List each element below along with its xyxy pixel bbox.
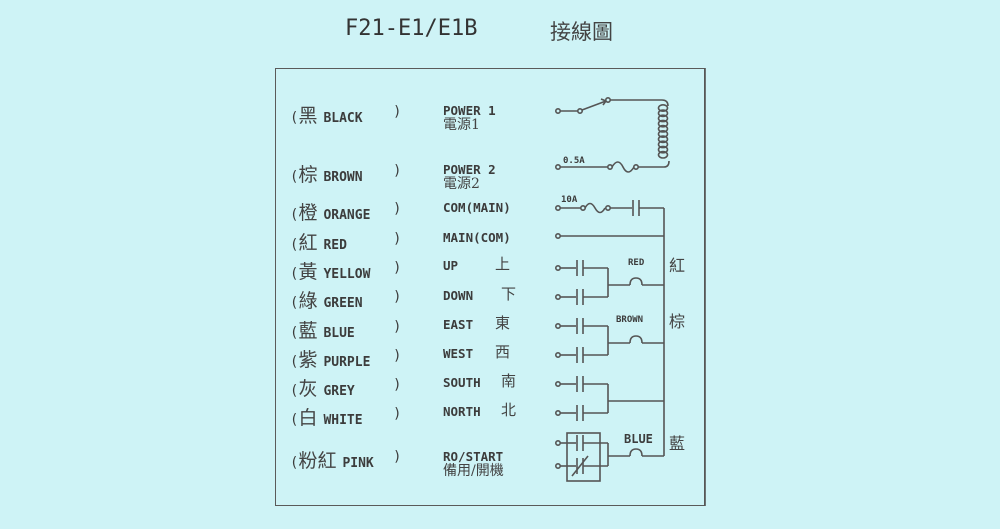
terminal-dot [554,351,561,358]
main-com-line [554,233,664,240]
terminal-dot [554,380,561,387]
common-blue-cn: 藍 [669,434,686,453]
common-red-label: RED [628,258,645,268]
common-blue-label: BLUE [624,432,653,446]
terminal-dot [554,293,561,300]
fuse-10a-contact [554,200,665,456]
fuse-0-5a-label: 0.5A [563,156,585,166]
power-switch [554,97,669,115]
terminal-dot [554,409,561,416]
fuse-hump [629,335,643,344]
terminal-dot [554,264,561,271]
common-brown-label: BROWN [616,315,644,325]
common-brown-cn: 棕 [669,312,686,331]
common-red-cn: 紅 [669,256,686,275]
wiring-schematic [554,68,706,506]
terminal-dot [554,322,561,329]
fuse-hump [629,277,643,286]
fuse-10a-label: 10A [561,195,578,205]
coil-icon [657,104,669,159]
relay-contacts [554,260,664,421]
